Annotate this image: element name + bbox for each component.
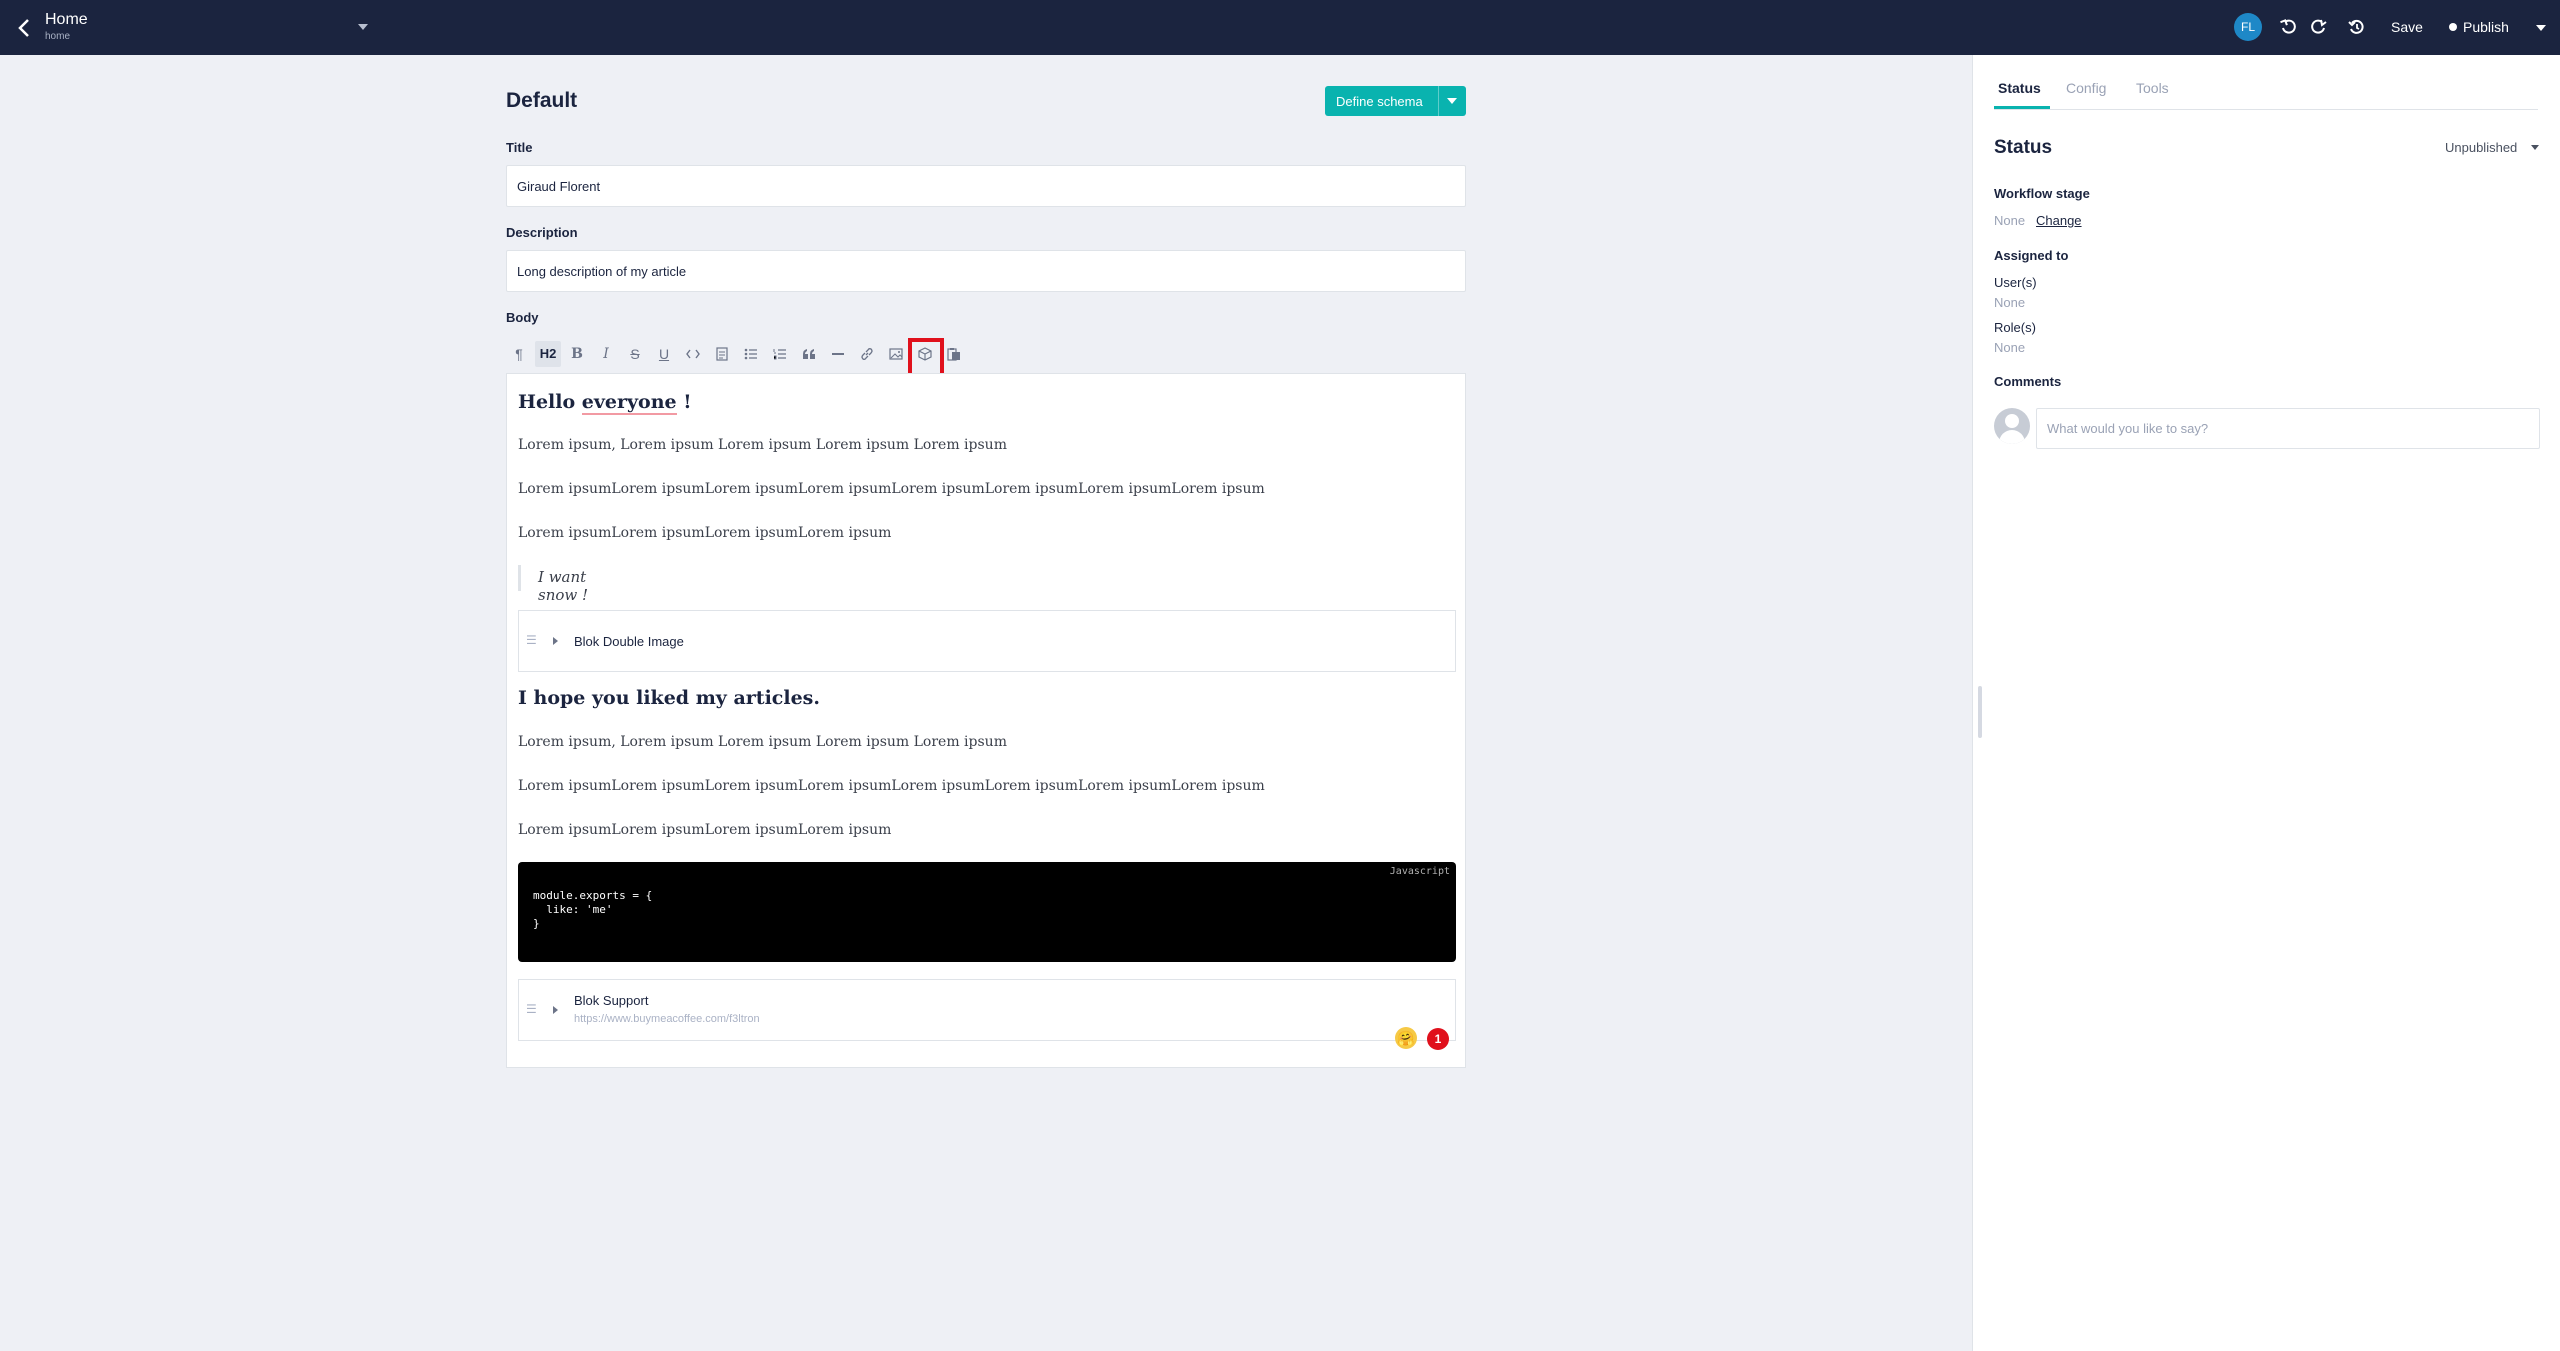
users-value: None xyxy=(1994,295,2026,310)
editor-heading-2: I hope you liked my articles. xyxy=(518,687,820,709)
notification-count-badge[interactable]: 1 xyxy=(1427,1028,1449,1050)
title-label: Title xyxy=(506,140,533,155)
bullet-list-icon[interactable] xyxy=(738,341,764,367)
paragraph-icon[interactable]: ¶ xyxy=(506,341,532,367)
tab-status[interactable]: Status xyxy=(1998,80,2041,96)
blok-name: Blok Double Image xyxy=(574,634,684,649)
horizontal-rule-icon[interactable] xyxy=(825,341,851,367)
strike-button[interactable]: S xyxy=(622,341,648,367)
emoji-hugging-icon[interactable]: 🤗 xyxy=(1395,1027,1417,1049)
ordered-list-icon[interactable] xyxy=(767,341,793,367)
expand-arrow-icon[interactable] xyxy=(553,637,558,645)
change-workflow-link[interactable]: Change xyxy=(2036,213,2082,228)
editor-paragraph: Lorem ipsumLorem ipsumLorem ipsumLorem i… xyxy=(518,481,1265,497)
roles-value: None xyxy=(1994,340,2026,355)
inline-code-icon[interactable] xyxy=(680,341,706,367)
drag-handle-icon[interactable]: ☰ xyxy=(526,633,537,647)
blok-support[interactable]: ☰ Blok Support https://www.buymeacoffee.… xyxy=(518,979,1456,1041)
body-label: Body xyxy=(506,310,539,325)
publish-label: Publish xyxy=(2463,19,2509,35)
comments-label: Comments xyxy=(1994,374,2062,389)
active-tab-indicator xyxy=(1994,106,2050,109)
avatar-head xyxy=(2005,414,2019,428)
link-icon[interactable] xyxy=(854,341,880,367)
blok-url: https://www.buymeacoffee.com/f3ltron xyxy=(574,1013,760,1025)
commenter-avatar xyxy=(1994,408,2030,444)
publish-dropdown-icon[interactable] xyxy=(2536,25,2546,31)
spellcheck-word: everyone xyxy=(581,391,677,415)
publish-state-dropdown[interactable]: Unpublished xyxy=(2445,140,2517,155)
roles-label: Role(s) xyxy=(1994,320,2036,335)
blok-button-highlight xyxy=(908,338,944,378)
tab-tools[interactable]: Tools xyxy=(2136,80,2169,96)
editor-blockquote: I want snow ! xyxy=(518,565,618,604)
editor-paragraph: Lorem ipsum, Lorem ipsum Lorem ipsum Lor… xyxy=(518,734,1007,750)
heading-h2-button[interactable]: H2 xyxy=(535,341,561,367)
button-divider xyxy=(1438,86,1439,116)
define-schema-button[interactable]: Define schema xyxy=(1325,86,1466,116)
blok-name: Blok Support xyxy=(574,993,649,1008)
image-icon[interactable] xyxy=(883,341,909,367)
bold-button[interactable]: B xyxy=(564,341,590,367)
paste-icon[interactable] xyxy=(941,341,967,367)
comment-input[interactable] xyxy=(2036,408,2540,449)
history-icon[interactable] xyxy=(2346,16,2368,38)
define-schema-label: Define schema xyxy=(1336,94,1423,109)
workflow-stage-value: None xyxy=(1994,213,2026,228)
user-avatar[interactable]: FL xyxy=(2234,13,2262,41)
expand-arrow-icon[interactable] xyxy=(553,1006,558,1014)
code-content: module.exports = { like: 'me' } xyxy=(533,889,653,930)
code-language: Javascript xyxy=(1389,866,1450,877)
top-bar: Home home FL Save Publish xyxy=(0,0,2560,55)
tab-config[interactable]: Config xyxy=(2066,80,2106,96)
users-label: User(s) xyxy=(1994,275,2037,290)
chevron-down-icon[interactable] xyxy=(2531,145,2539,150)
italic-button[interactable]: I xyxy=(593,341,619,367)
story-title[interactable]: Home xyxy=(45,11,88,29)
editor-paragraph: Lorem ipsum, Lorem ipsum Lorem ipsum Lor… xyxy=(518,437,1007,453)
story-slug: home xyxy=(45,31,71,42)
section-title: Default xyxy=(506,89,578,112)
assigned-to-label: Assigned to xyxy=(1994,248,2069,263)
title-field[interactable] xyxy=(506,165,1466,207)
back-arrow-icon[interactable] xyxy=(14,16,36,40)
save-button[interactable]: Save xyxy=(2391,19,2423,35)
description-label: Description xyxy=(506,225,578,240)
code-block-icon[interactable] xyxy=(709,341,735,367)
richtext-editor[interactable]: Hello everyone ! Lorem ipsum, Lorem ipsu… xyxy=(506,373,1466,1068)
undo-icon[interactable] xyxy=(2278,16,2300,38)
sidebar-tabs: Status Config Tools xyxy=(1994,78,2538,110)
drag-handle-icon[interactable]: ☰ xyxy=(526,1002,537,1016)
underline-button[interactable]: U xyxy=(651,341,677,367)
redo-icon[interactable] xyxy=(2307,16,2329,38)
avatar-body xyxy=(1999,430,2025,444)
quote-icon[interactable] xyxy=(796,341,822,367)
editor-paragraph: Lorem ipsumLorem ipsumLorem ipsumLorem i… xyxy=(518,778,1265,794)
publish-button[interactable]: Publish xyxy=(2449,19,2509,35)
code-block[interactable]: Javascript module.exports = { like: 'me'… xyxy=(518,862,1456,962)
editor-paragraph: Lorem ipsumLorem ipsumLorem ipsumLorem i… xyxy=(518,822,892,838)
status-heading: Status xyxy=(1994,137,2053,158)
description-field[interactable] xyxy=(506,250,1466,292)
resize-handle[interactable] xyxy=(1978,686,1982,738)
publish-status-dot xyxy=(2449,23,2457,31)
editor-heading-1: Hello everyone ! xyxy=(518,391,692,415)
blockquote-text: I want snow ! xyxy=(538,568,589,604)
story-dropdown-icon[interactable] xyxy=(358,24,368,30)
schema-dropdown-icon[interactable] xyxy=(1447,98,1457,104)
blok-double-image[interactable]: ☰ Blok Double Image xyxy=(518,610,1456,672)
workflow-stage-label: Workflow stage xyxy=(1994,186,2090,201)
richtext-toolbar: ¶ H2 B I S U xyxy=(506,341,1466,367)
editor-paragraph: Lorem ipsumLorem ipsumLorem ipsumLorem i… xyxy=(518,525,892,541)
